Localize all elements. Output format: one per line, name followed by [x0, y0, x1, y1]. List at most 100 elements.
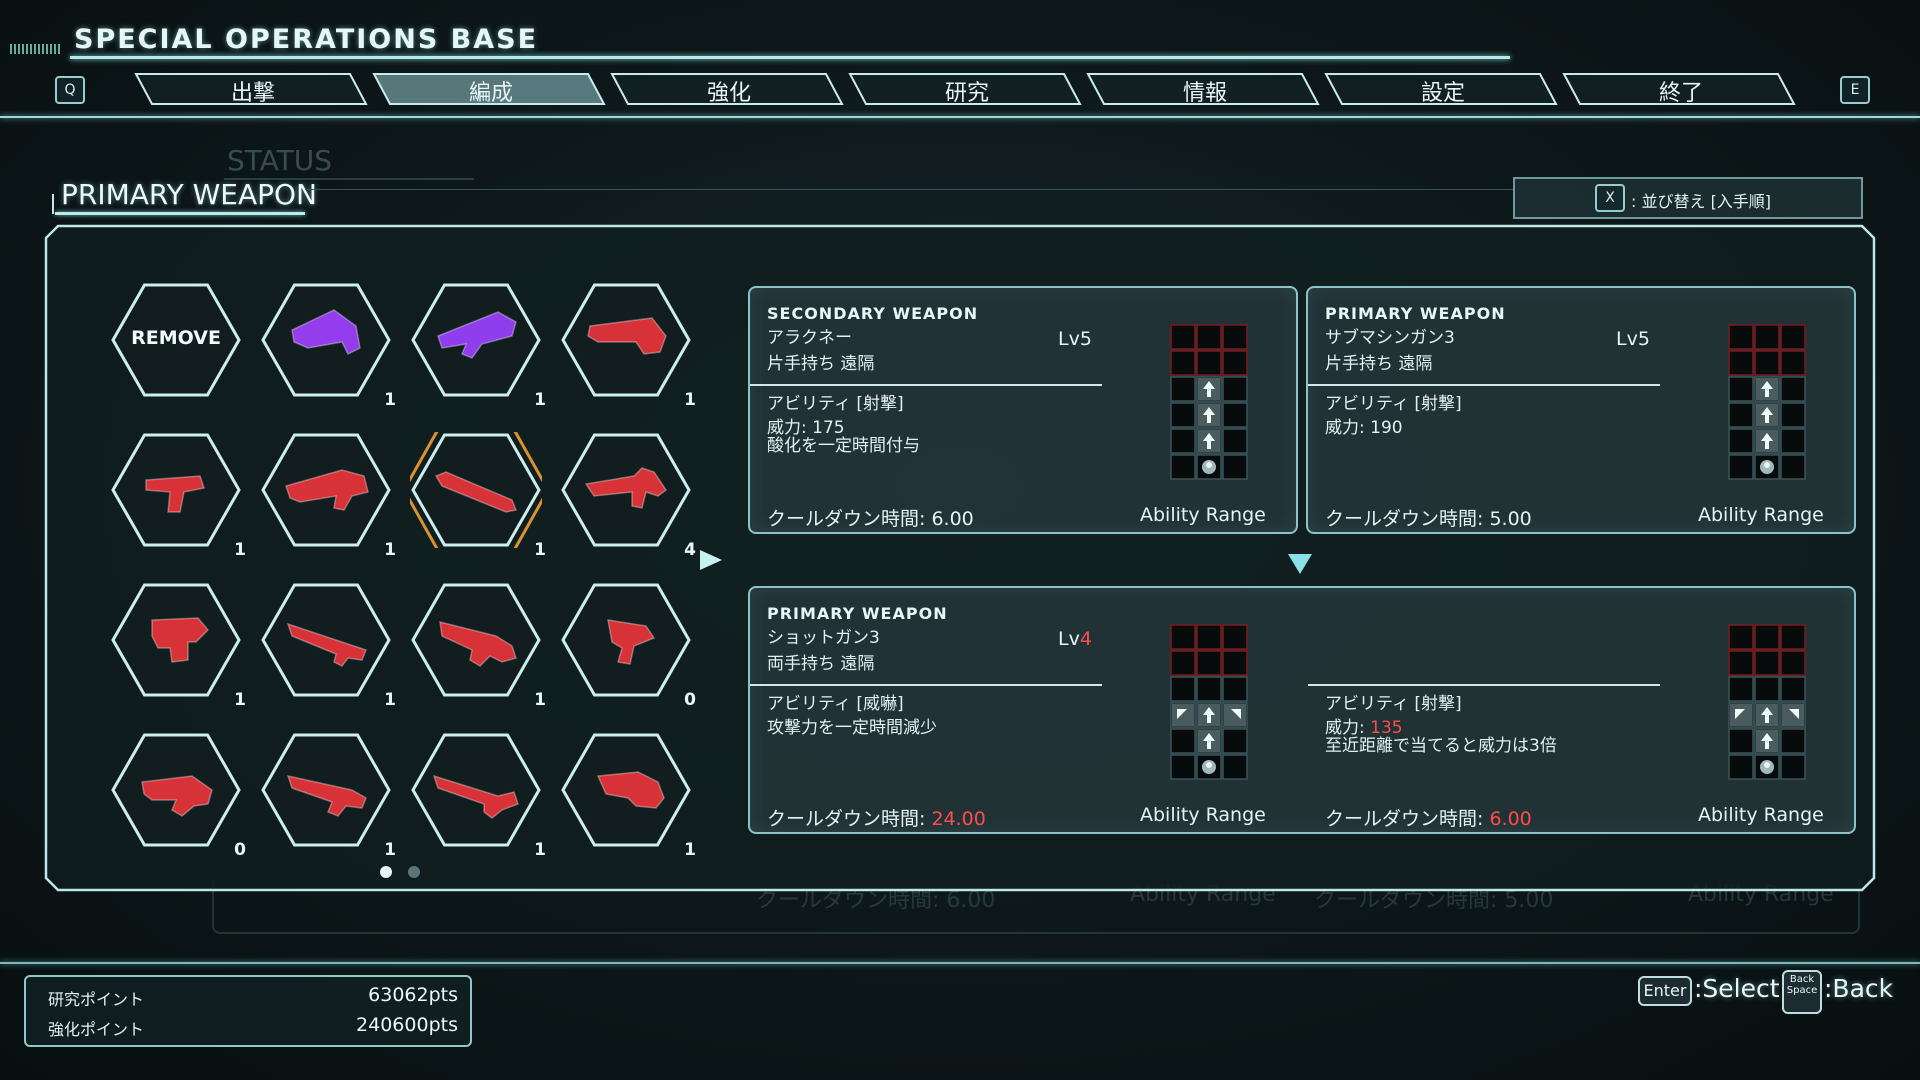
weapon-slot[interactable]: 1 [410, 582, 546, 710]
sniper-rifle-icon [584, 467, 668, 509]
remove-weapon-slot[interactable]: REMOVE [110, 282, 242, 398]
tab-4[interactable]: 研究 [848, 72, 1086, 106]
sort-button[interactable]: X : 並び替え [入手順] [1513, 177, 1863, 219]
weapon-slot[interactable]: 4 [560, 432, 696, 560]
weapon-count: 1 [534, 390, 546, 410]
shotgun-icon [434, 471, 518, 513]
ability-range-label: Ability Range [1140, 504, 1266, 526]
tab-label: 編成 [468, 81, 513, 106]
weapon-count: 1 [234, 690, 246, 710]
weapon-count: 1 [534, 690, 546, 710]
weapon-slot[interactable]: 1 [410, 282, 546, 410]
weapon-slot[interactable]: 1 [110, 432, 246, 560]
weapon-count: 0 [684, 690, 696, 710]
battle-rifle-icon [286, 622, 367, 667]
grenade-launcher-icon [596, 771, 665, 809]
ability-power-right: 威力: 135 [1325, 718, 1403, 738]
sort-label: : 並び替え [入手順] [1631, 192, 1772, 211]
current-primary-weapon-card: PRIMARY WEAPON サブマシンガン3 Lv5 片手持ち 遠隔 アビリテ… [1306, 286, 1856, 534]
ability-range-grid-left [1170, 624, 1248, 780]
cooldown-label: クールダウン時間: [1325, 508, 1490, 530]
weapon-slot[interactable]: 1 [260, 432, 396, 560]
heavy-pistol-icon [151, 617, 210, 663]
smg-icon [607, 619, 656, 665]
compare-arrow-down-icon [1288, 554, 1312, 574]
footer-divider [0, 962, 1920, 964]
backspace-key-icon[interactable]: Back Space [1782, 970, 1822, 1014]
compare-arrow-right-icon [700, 550, 722, 570]
page-title: SPECIAL OPERATIONS BASE [74, 24, 539, 55]
weapon-count: 1 [384, 540, 396, 560]
tab-2[interactable]: 編成 [372, 72, 610, 106]
weapon-count: 1 [384, 390, 396, 410]
weapon-slot[interactable]: 1 [410, 432, 546, 560]
plasma-rifle-icon [437, 311, 517, 359]
ability-label: アビリティ [射撃] [1325, 394, 1462, 414]
prev-tab-key[interactable]: Q [55, 76, 85, 104]
heavy-launcher-icon [587, 317, 667, 355]
cooldown-label: クールダウン時間: [1325, 808, 1490, 830]
power-value: 135 [1370, 718, 1403, 738]
section-title-tick [52, 194, 54, 214]
title-decoration [10, 44, 62, 54]
tab-3[interactable]: 強化 [610, 72, 848, 106]
points-panel: 研究ポイント 63062pts 強化ポイント 240600pts [24, 975, 472, 1047]
backspace-key-line2: Space [1786, 985, 1818, 996]
cooldown-value: 5.00 [1489, 508, 1532, 530]
card-header: PRIMARY WEAPON [767, 604, 948, 623]
weapon-count: 1 [384, 840, 396, 860]
weapon-slot[interactable]: 1 [410, 732, 546, 860]
tab-label: 終了 [1658, 81, 1703, 106]
card-divider [750, 384, 1102, 386]
page-dot[interactable] [380, 866, 392, 878]
ability-label-left: アビリティ [威嚇] [767, 694, 904, 714]
weapon-count: 1 [684, 390, 696, 410]
sort-key: X [1595, 184, 1625, 212]
weapon-slot[interactable]: 1 [560, 282, 696, 410]
carbine-icon [286, 774, 367, 817]
pistol-icon [145, 475, 205, 513]
back-hint: :Back [1824, 974, 1894, 1003]
cooldown: クールダウン時間: 5.00 [1325, 504, 1532, 531]
research-points-label: 研究ポイント [48, 990, 145, 1009]
weapon-slot[interactable]: 1 [110, 582, 246, 710]
scoped-rifle-icon [432, 774, 519, 819]
tab-6[interactable]: 設定 [1324, 72, 1562, 106]
level-value: 4 [1079, 628, 1092, 650]
ability-label: アビリティ [射撃] [767, 394, 904, 414]
cooldown-label: クールダウン時間: [767, 508, 932, 530]
ability-range-label: Ability Range [1698, 504, 1824, 526]
power-prefix: 威力: [1325, 718, 1371, 738]
card-header: PRIMARY WEAPON [1325, 304, 1506, 323]
enter-key-icon[interactable]: Enter [1638, 976, 1692, 1006]
enhance-points-label: 強化ポイント [48, 1020, 145, 1039]
cooldown-value: 6.00 [1489, 808, 1532, 830]
section-rule [305, 189, 1515, 190]
weapon-type: 両手持ち 遠隔 [767, 654, 875, 674]
weapon-level: Lv5 [1058, 328, 1092, 350]
weapon-slot[interactable]: 1 [260, 582, 396, 710]
weapon-count: 1 [534, 540, 546, 560]
tab-7[interactable]: 終了 [1562, 72, 1800, 106]
weapon-count: 0 [234, 840, 246, 860]
weapon-slot[interactable]: 1 [260, 732, 396, 860]
cooldown-value: 24.00 [931, 808, 986, 830]
ability-range-label-right: Ability Range [1698, 804, 1824, 826]
weapon-slot[interactable]: 0 [560, 582, 696, 710]
card-divider-right [1308, 684, 1660, 686]
weapon-slot[interactable]: 1 [260, 282, 396, 410]
tab-5[interactable]: 情報 [1086, 72, 1324, 106]
weapon-slot[interactable]: 1 [560, 732, 696, 860]
weapon-type: 片手持ち 遠隔 [767, 354, 875, 374]
ability-label-right: アビリティ [射撃] [1325, 694, 1462, 714]
remove-label: REMOVE [131, 327, 221, 349]
section-title-underline [55, 212, 305, 215]
card-header: SECONDARY WEAPON [767, 304, 979, 323]
next-tab-key[interactable]: E [1840, 76, 1870, 104]
tab-1[interactable]: 出撃 [134, 72, 372, 106]
title-underline [70, 56, 1510, 59]
backspace-key-line1: Back [1789, 974, 1815, 985]
page-dot[interactable] [408, 866, 420, 878]
tab-label: 強化 [706, 81, 751, 106]
weapon-slot[interactable]: 0 [110, 732, 246, 860]
